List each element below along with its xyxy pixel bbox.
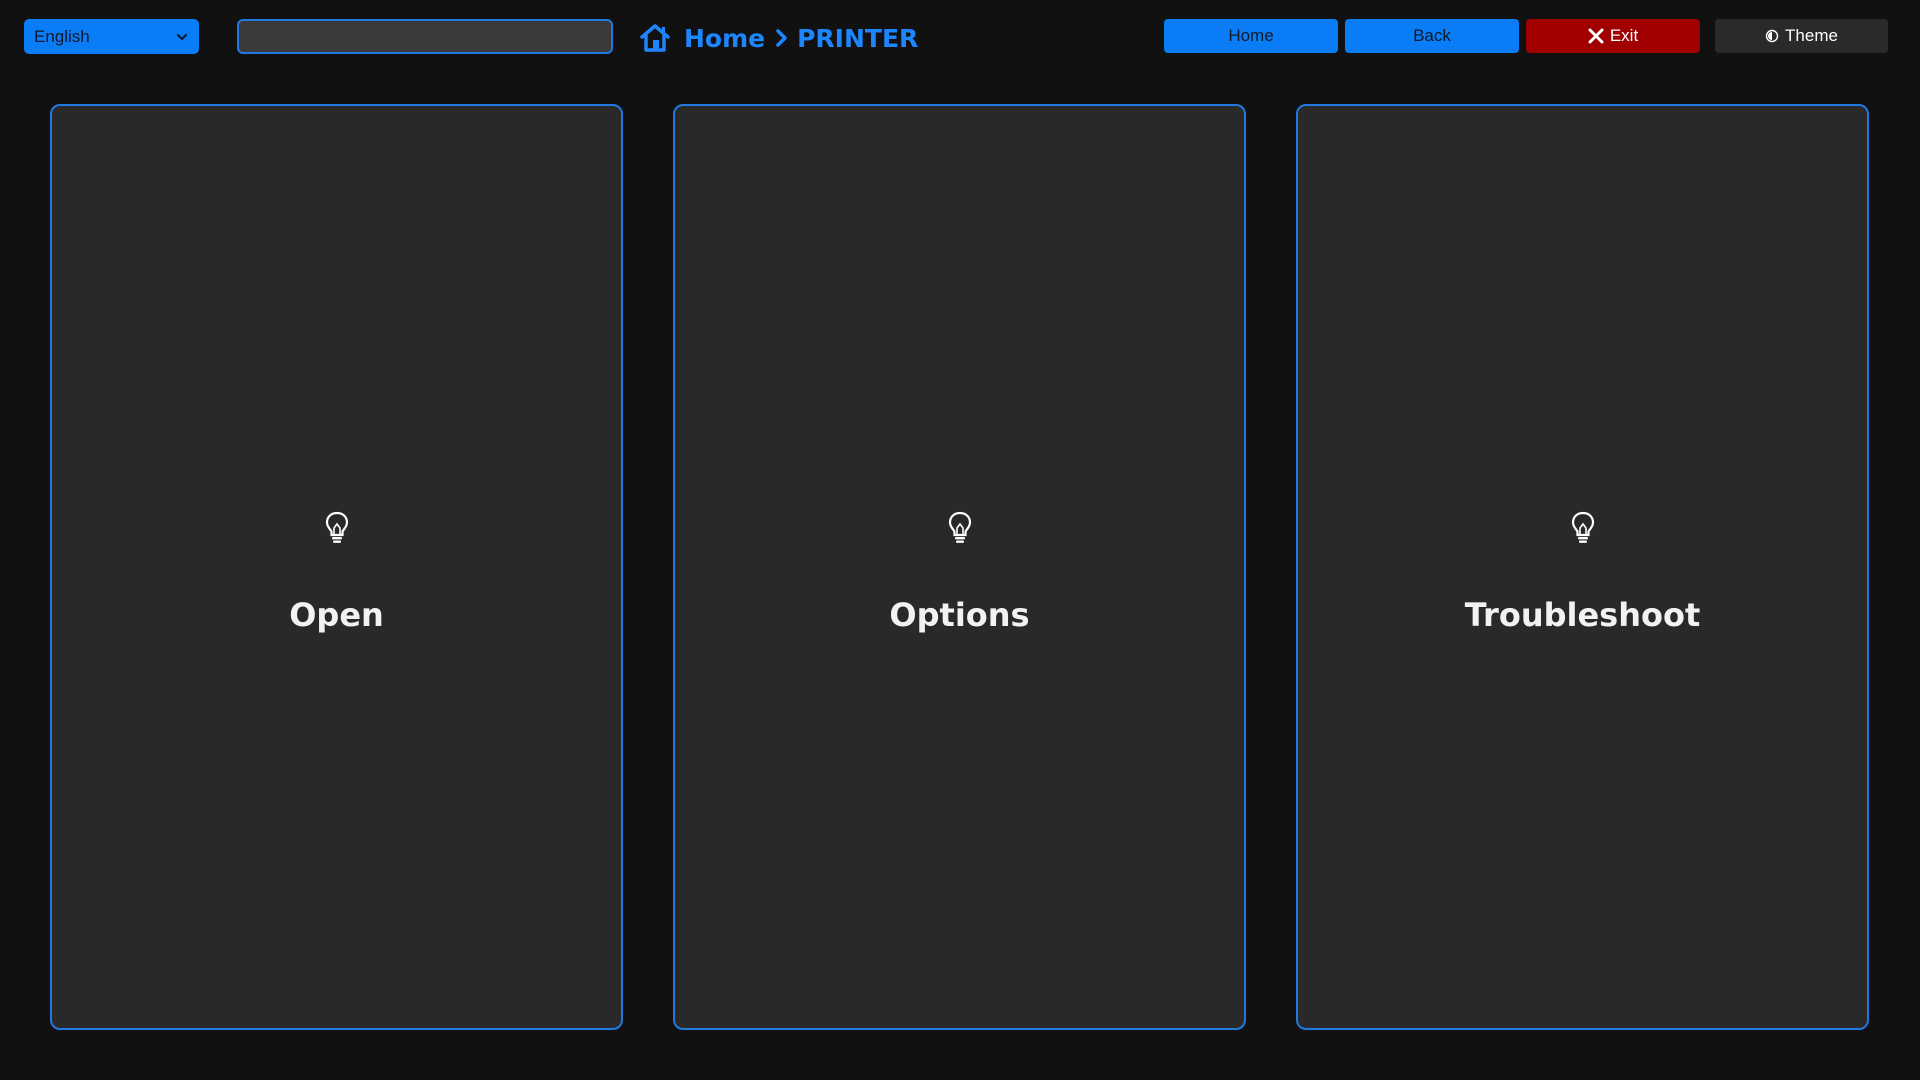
close-icon: [1588, 28, 1604, 44]
card-open[interactable]: Open: [50, 104, 623, 1030]
lightbulb-icon: [1569, 510, 1597, 546]
search-input[interactable]: [237, 19, 613, 54]
chevron-down-icon: [175, 30, 189, 44]
breadcrumb-item-home[interactable]: Home: [684, 24, 765, 53]
chevron-right-icon: [773, 28, 789, 48]
card-label: Open: [289, 596, 384, 634]
breadcrumb-item-current: PRINTER: [797, 23, 919, 53]
exit-button-label: Exit: [1609, 26, 1639, 45]
card-options[interactable]: Options: [673, 104, 1246, 1030]
home-button-label: Home: [1228, 26, 1274, 45]
card-label: Options: [889, 596, 1030, 634]
back-button-label: Back: [1413, 26, 1451, 45]
theme-icon: [1765, 29, 1779, 43]
card-troubleshoot[interactable]: Troubleshoot: [1296, 104, 1869, 1030]
lightbulb-icon: [946, 510, 974, 546]
language-select-value: English: [34, 26, 90, 46]
home-button[interactable]: Home: [1164, 19, 1338, 53]
top-bar: English Home PRINTER Home Back Exit Them…: [0, 0, 1920, 76]
exit-button[interactable]: Exit: [1526, 19, 1700, 53]
theme-button-label: Theme: [1785, 26, 1838, 45]
theme-button[interactable]: Theme: [1715, 19, 1888, 53]
breadcrumb: Home PRINTER: [638, 18, 918, 58]
home-icon[interactable]: [638, 22, 672, 54]
back-button[interactable]: Back: [1345, 19, 1519, 53]
lightbulb-icon: [323, 510, 351, 546]
card-label: Troubleshoot: [1464, 596, 1701, 634]
language-select[interactable]: English: [24, 19, 199, 54]
